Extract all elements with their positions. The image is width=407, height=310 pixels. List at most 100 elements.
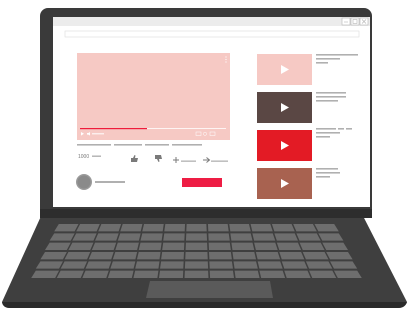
more-options-icon[interactable] [225,56,227,58]
keyboard-key [299,242,325,250]
video-progress-fill [80,128,147,130]
keyboard-key [120,224,143,232]
keyboard-key [60,261,88,269]
keyboard-key [184,270,209,278]
channel-name [95,181,125,183]
keyboard-key [208,242,231,250]
keyboard-key [82,270,109,278]
keyboard-key [232,252,257,260]
sidebar-meta-line [316,128,336,130]
keyboard-key [281,261,308,269]
keyboard-key [284,270,311,278]
keyboard-key [326,252,353,260]
keyboard-key [88,252,114,260]
keyboard-key [209,270,235,278]
keyboard-key [107,270,134,278]
keyboard-key [184,261,209,269]
keyboard-key [142,224,164,232]
keyboard-key [259,270,286,278]
keyboard-key [185,242,208,250]
keyboard-key [110,261,136,269]
sidebar-meta-line [316,92,346,94]
keyboard-key [163,233,185,241]
sidebar-meta-line [316,172,340,174]
sidebar-meta-line [346,128,352,130]
keyboard-key [185,252,208,260]
sidebar-meta-line [316,168,338,170]
sidebar-meta-line [316,62,328,64]
keyboard-key [138,242,162,250]
keyboard-key [185,233,208,241]
address-bar[interactable] [64,30,360,38]
keyboard-key [98,224,122,232]
sidebar-meta-line [316,96,346,98]
keyboard-key [164,224,186,232]
keyboard-key [209,252,232,260]
keyboard-key [72,233,97,241]
keyboard-key [40,252,67,260]
keyboard-key [76,224,100,232]
keyboard-key [279,252,305,260]
keyboard-key [333,270,362,278]
keyboard-key [161,252,184,260]
keyboard-key [64,252,91,260]
keyboard-key [31,270,60,278]
keyboard-key [229,224,251,232]
sidebar-meta-line [338,128,344,130]
keyboard-key [112,252,138,260]
sidebar-meta-line [316,136,330,138]
keyboard-key [160,261,184,269]
maximize-icon[interactable] [350,17,360,26]
keyboard-key [95,233,119,241]
keyboard-key [250,224,273,232]
keyboard-key [234,270,260,278]
keyboard-key [117,233,141,241]
keyboard-key [91,242,117,250]
sidebar-meta-line [316,58,340,60]
window-titlebar [53,17,370,26]
sidebar-meta-line [316,54,358,56]
keyboard-key [293,224,317,232]
keyboard-key [208,233,230,241]
video-player[interactable] [77,53,230,140]
keyboard-key [35,261,63,269]
keyboard-key [252,233,276,241]
keyboard-key [296,233,321,241]
keyboard-key [85,261,112,269]
minimize-icon[interactable] [341,17,351,26]
keyboard-key [254,242,278,250]
keyboard-key [257,261,283,269]
keyboard-key [305,261,333,269]
keyboard-key [115,242,139,250]
keyboard-key [231,242,255,250]
keyboard-key [136,252,161,260]
keyboard-key [133,270,159,278]
keyboard-key [56,270,84,278]
keyboard-key [158,270,184,278]
trackpad [146,281,273,298]
time-display [92,133,104,135]
keyboard-key [302,252,329,260]
sidebar-meta-line [316,132,340,134]
keyboard-key [68,242,94,250]
keyboard-key [186,224,207,232]
keyboard-key [276,242,302,250]
keyboard-key [209,261,233,269]
keyboard-key [230,233,253,241]
keyboard-key [135,261,160,269]
subscribe-button[interactable] [182,178,222,187]
keyboard-key [207,224,229,232]
video-title [77,144,111,146]
keyboard-key [330,261,358,269]
keyboard-key [274,233,298,241]
laptop-illustration: 1000 [2,8,407,308]
view-count: 1000 [78,154,89,160]
keyboard-key [271,224,295,232]
keyboard-key [309,270,337,278]
keyboard-key [233,261,258,269]
keyboard-key [140,233,163,241]
keyboard-key [255,252,281,260]
sidebar-meta-line [316,100,338,102]
sidebar-meta-line [316,176,330,178]
keyboard-key [162,242,185,250]
